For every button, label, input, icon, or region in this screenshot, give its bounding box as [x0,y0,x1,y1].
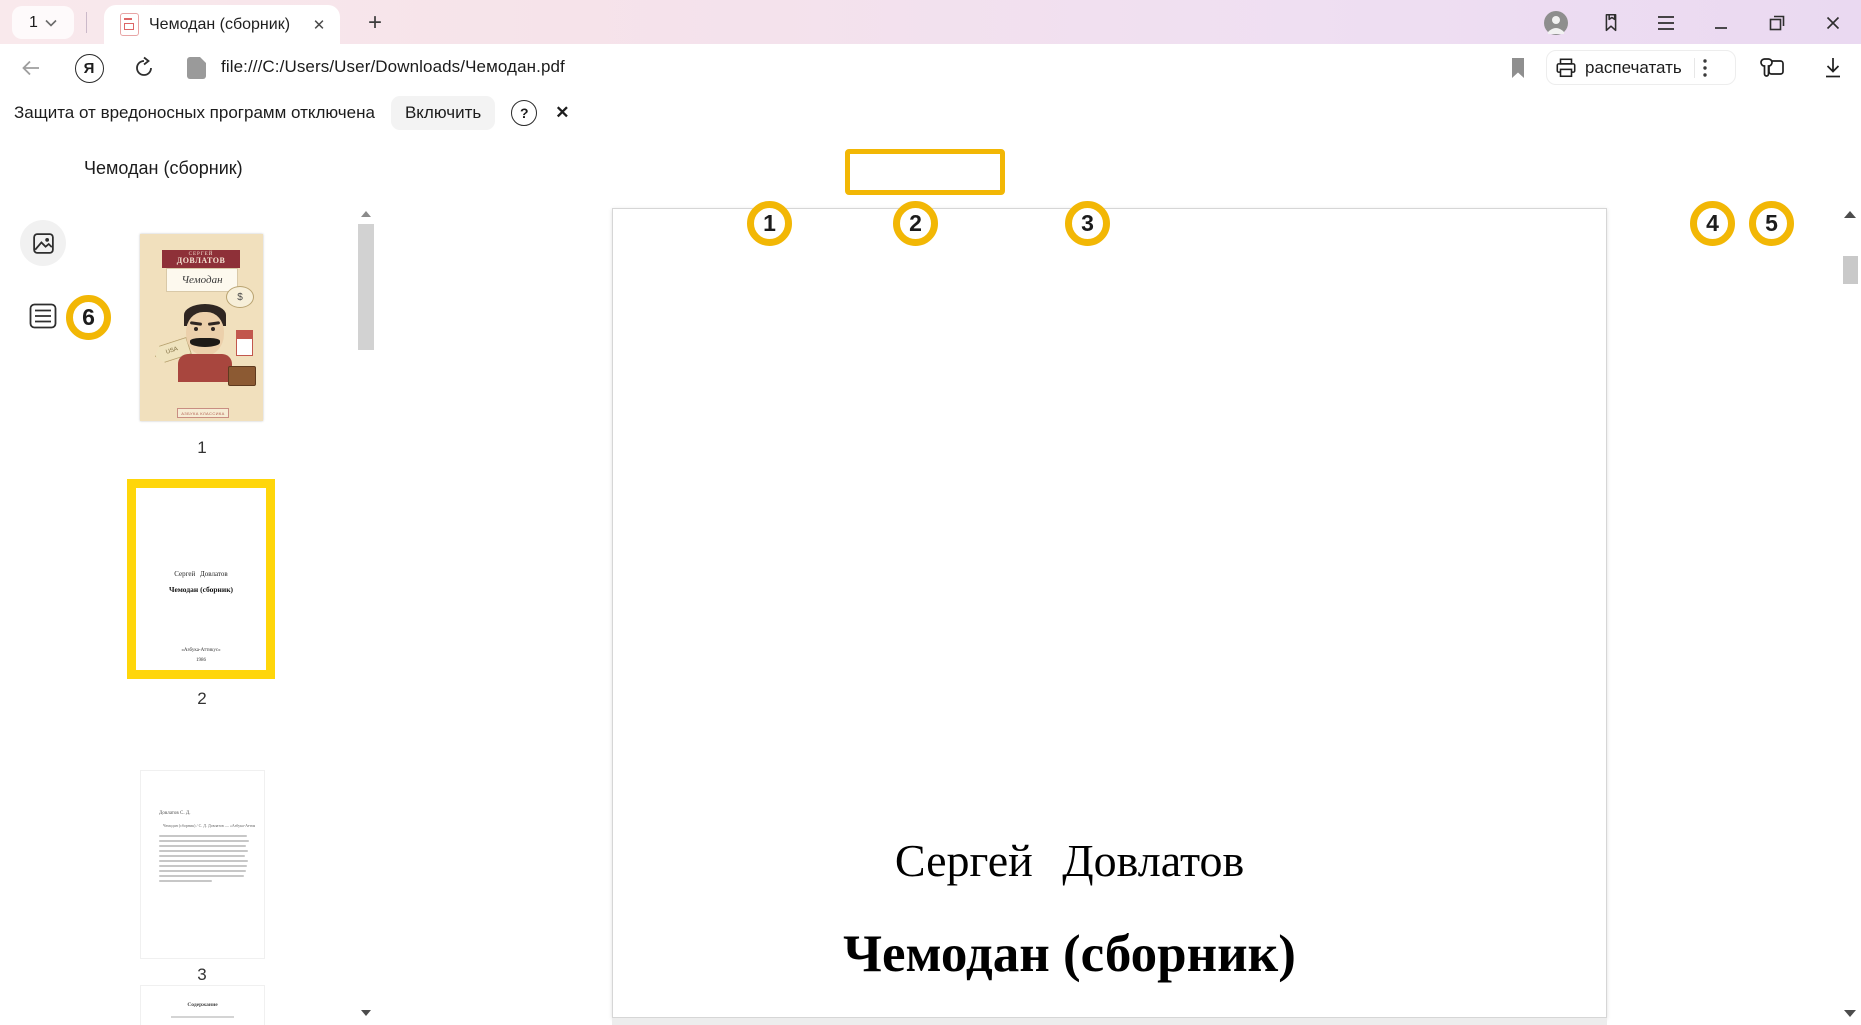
main-scroll-down-icon[interactable] [1844,1010,1856,1017]
thumbnail-page-3[interactable]: Довлатов С. Д. Чемодан (сборник) / С. Д.… [140,770,265,959]
bookmark-ribbon-icon [1600,12,1622,34]
cigarette-pack-art [236,330,253,356]
sidebar-scrollbar-thumb[interactable] [358,224,374,350]
profile-avatar[interactable] [1541,8,1571,38]
tab-count: 1 [29,14,38,32]
window-close-button[interactable] [1818,8,1848,38]
bookmark-filled-icon [1509,57,1527,79]
pdf-document-title: Чемодан (сборник) [84,158,243,179]
new-tab-button[interactable]: + [360,8,390,38]
bookmark-page-button[interactable] [1503,53,1533,83]
thumbnail-3-page-number: 3 [172,965,232,985]
close-icon [1825,15,1841,31]
thumb2-title: Чемодан (сборник) [136,585,266,594]
cover-title-box: Чемодан [166,268,238,292]
sidebar-scroll-up-icon[interactable] [361,211,371,217]
sidebar-scrollbar [357,202,375,1025]
thumbnail-page-1[interactable]: СЕРГЕЙ ДОВЛАТОВ Чемодан $ USA АЗБУКА КЛА… [140,234,263,421]
thumb2-year: 1986 [136,658,266,663]
pdf-favicon-icon [120,13,139,36]
dollar-bubble-art: $ [226,286,254,308]
back-arrow-icon [19,56,43,80]
chevron-down-icon [45,19,57,27]
caricature-mustache-art [190,338,220,347]
pdf-page-2[interactable]: Сергей Довлатов Чемодан (сборник) [612,208,1607,1018]
back-button[interactable] [16,53,46,83]
protection-warning-bar: Защита от вредоносных программ отключена… [0,91,1861,135]
cover-author-name: ДОВЛАТОВ [162,257,240,265]
page-info-button[interactable] [181,53,211,83]
tabstrip-divider [86,12,87,33]
main-scroll-up-icon[interactable] [1844,211,1856,218]
cover-title: Чемодан [181,274,222,286]
avatar-icon [1543,10,1569,36]
cover-series-label: АЗБУКА КЛАССИКА [177,408,229,418]
document-title-text: Чемодан (сборник) [613,924,1526,984]
tab-title: Чемодан (сборник) [149,16,308,34]
browser-window: 1 Чемодан (сборник) ✕ + [0,0,1861,1025]
reload-button[interactable] [129,53,159,83]
enable-protection-button[interactable]: Включить [391,96,495,130]
thumbnail-page-4[interactable]: Содержание [140,985,265,1025]
thumb3-paragraph-lines [159,835,251,885]
image-icon [31,231,56,256]
extension-icon [1760,56,1786,80]
download-icon [1822,56,1844,80]
document-icon [187,57,206,79]
thumbnail-2-page-number: 2 [172,689,232,709]
thumb2-publisher: «Азбука-Аттикус» [136,648,266,653]
more-options-icon[interactable] [1703,59,1707,77]
print-button[interactable]: распечатать [1555,57,1682,79]
help-icon[interactable]: ? [511,100,537,126]
window-minimize-button[interactable] [1706,8,1736,38]
minimize-icon [1713,15,1729,31]
outline-list-icon [29,303,57,329]
hamburger-icon [1656,15,1676,31]
restore-icon [1768,14,1786,32]
caricature-suitcase-art [228,366,256,386]
tab-close-icon[interactable]: ✕ [308,14,330,36]
tab-strip: 1 Чемодан (сборник) ✕ + [0,0,1861,44]
caricature-eye-art [211,327,215,331]
url-bar: Я file:///C:/Users/User/Downloads/Чемода… [0,44,1861,92]
view-thumbnails-button[interactable] [20,220,66,266]
view-outline-button[interactable] [29,303,57,329]
extensions-button[interactable] [1758,53,1788,83]
thumb2-author: Сергей Довлатов [136,570,266,578]
bookmarks-panel-button[interactable] [1596,8,1626,38]
cover-author-band: СЕРГЕЙ ДОВЛАТОВ [162,250,240,268]
tab-counter-button[interactable]: 1 [12,6,74,39]
pill-separator [1694,58,1695,78]
document-author-text: Сергей Довлатов [613,834,1526,887]
yandex-home-button[interactable]: Я [74,53,104,83]
printer-icon [1555,57,1577,79]
address-url[interactable]: file:///C:/Users/User/Downloads/Чемодан.… [221,57,565,77]
thumb4-text-line [171,1016,234,1018]
thumbnail-page-2-selected[interactable]: Сергей Довлатов Чемодан (сборник) «Азбук… [127,479,275,679]
dismiss-warning-icon[interactable]: ✕ [555,103,569,123]
print-action-group: распечатать [1546,50,1736,85]
thumbnail-1-page-number: 1 [172,438,232,458]
downloads-button[interactable] [1818,53,1848,83]
pdf-viewer-area: СЕРГЕЙ ДОВЛАТОВ Чемодан $ USA АЗБУКА КЛА… [0,202,1861,1025]
yandex-logo-icon: Я [75,54,104,83]
caricature-face-art [186,312,224,356]
caricature-eye-art [194,327,198,331]
print-label: распечатать [1585,58,1682,78]
thumb4-heading: Содержание [141,1002,264,1008]
thumb3-ref-line: Чемодан (сборник) / С. Д. Довлатов — «Аз… [163,823,255,828]
reload-icon [132,56,156,80]
tab-chemodan[interactable]: Чемодан (сборник) ✕ [104,5,340,44]
caricature-shirt-art [178,354,232,382]
warning-message: Защита от вредоносных программ отключена [14,103,375,123]
thumb3-header: Довлатов С. Д. [159,811,191,816]
pdf-toolbar: Чемодан (сборник) 2 / 21 − 100% + [0,134,1861,203]
window-restore-button[interactable] [1762,8,1792,38]
page-gap [612,1018,1607,1025]
main-scrollbar-thumb[interactable] [1843,256,1858,284]
browser-menu-button[interactable] [1651,8,1681,38]
sidebar-scroll-down-icon[interactable] [361,1010,371,1016]
